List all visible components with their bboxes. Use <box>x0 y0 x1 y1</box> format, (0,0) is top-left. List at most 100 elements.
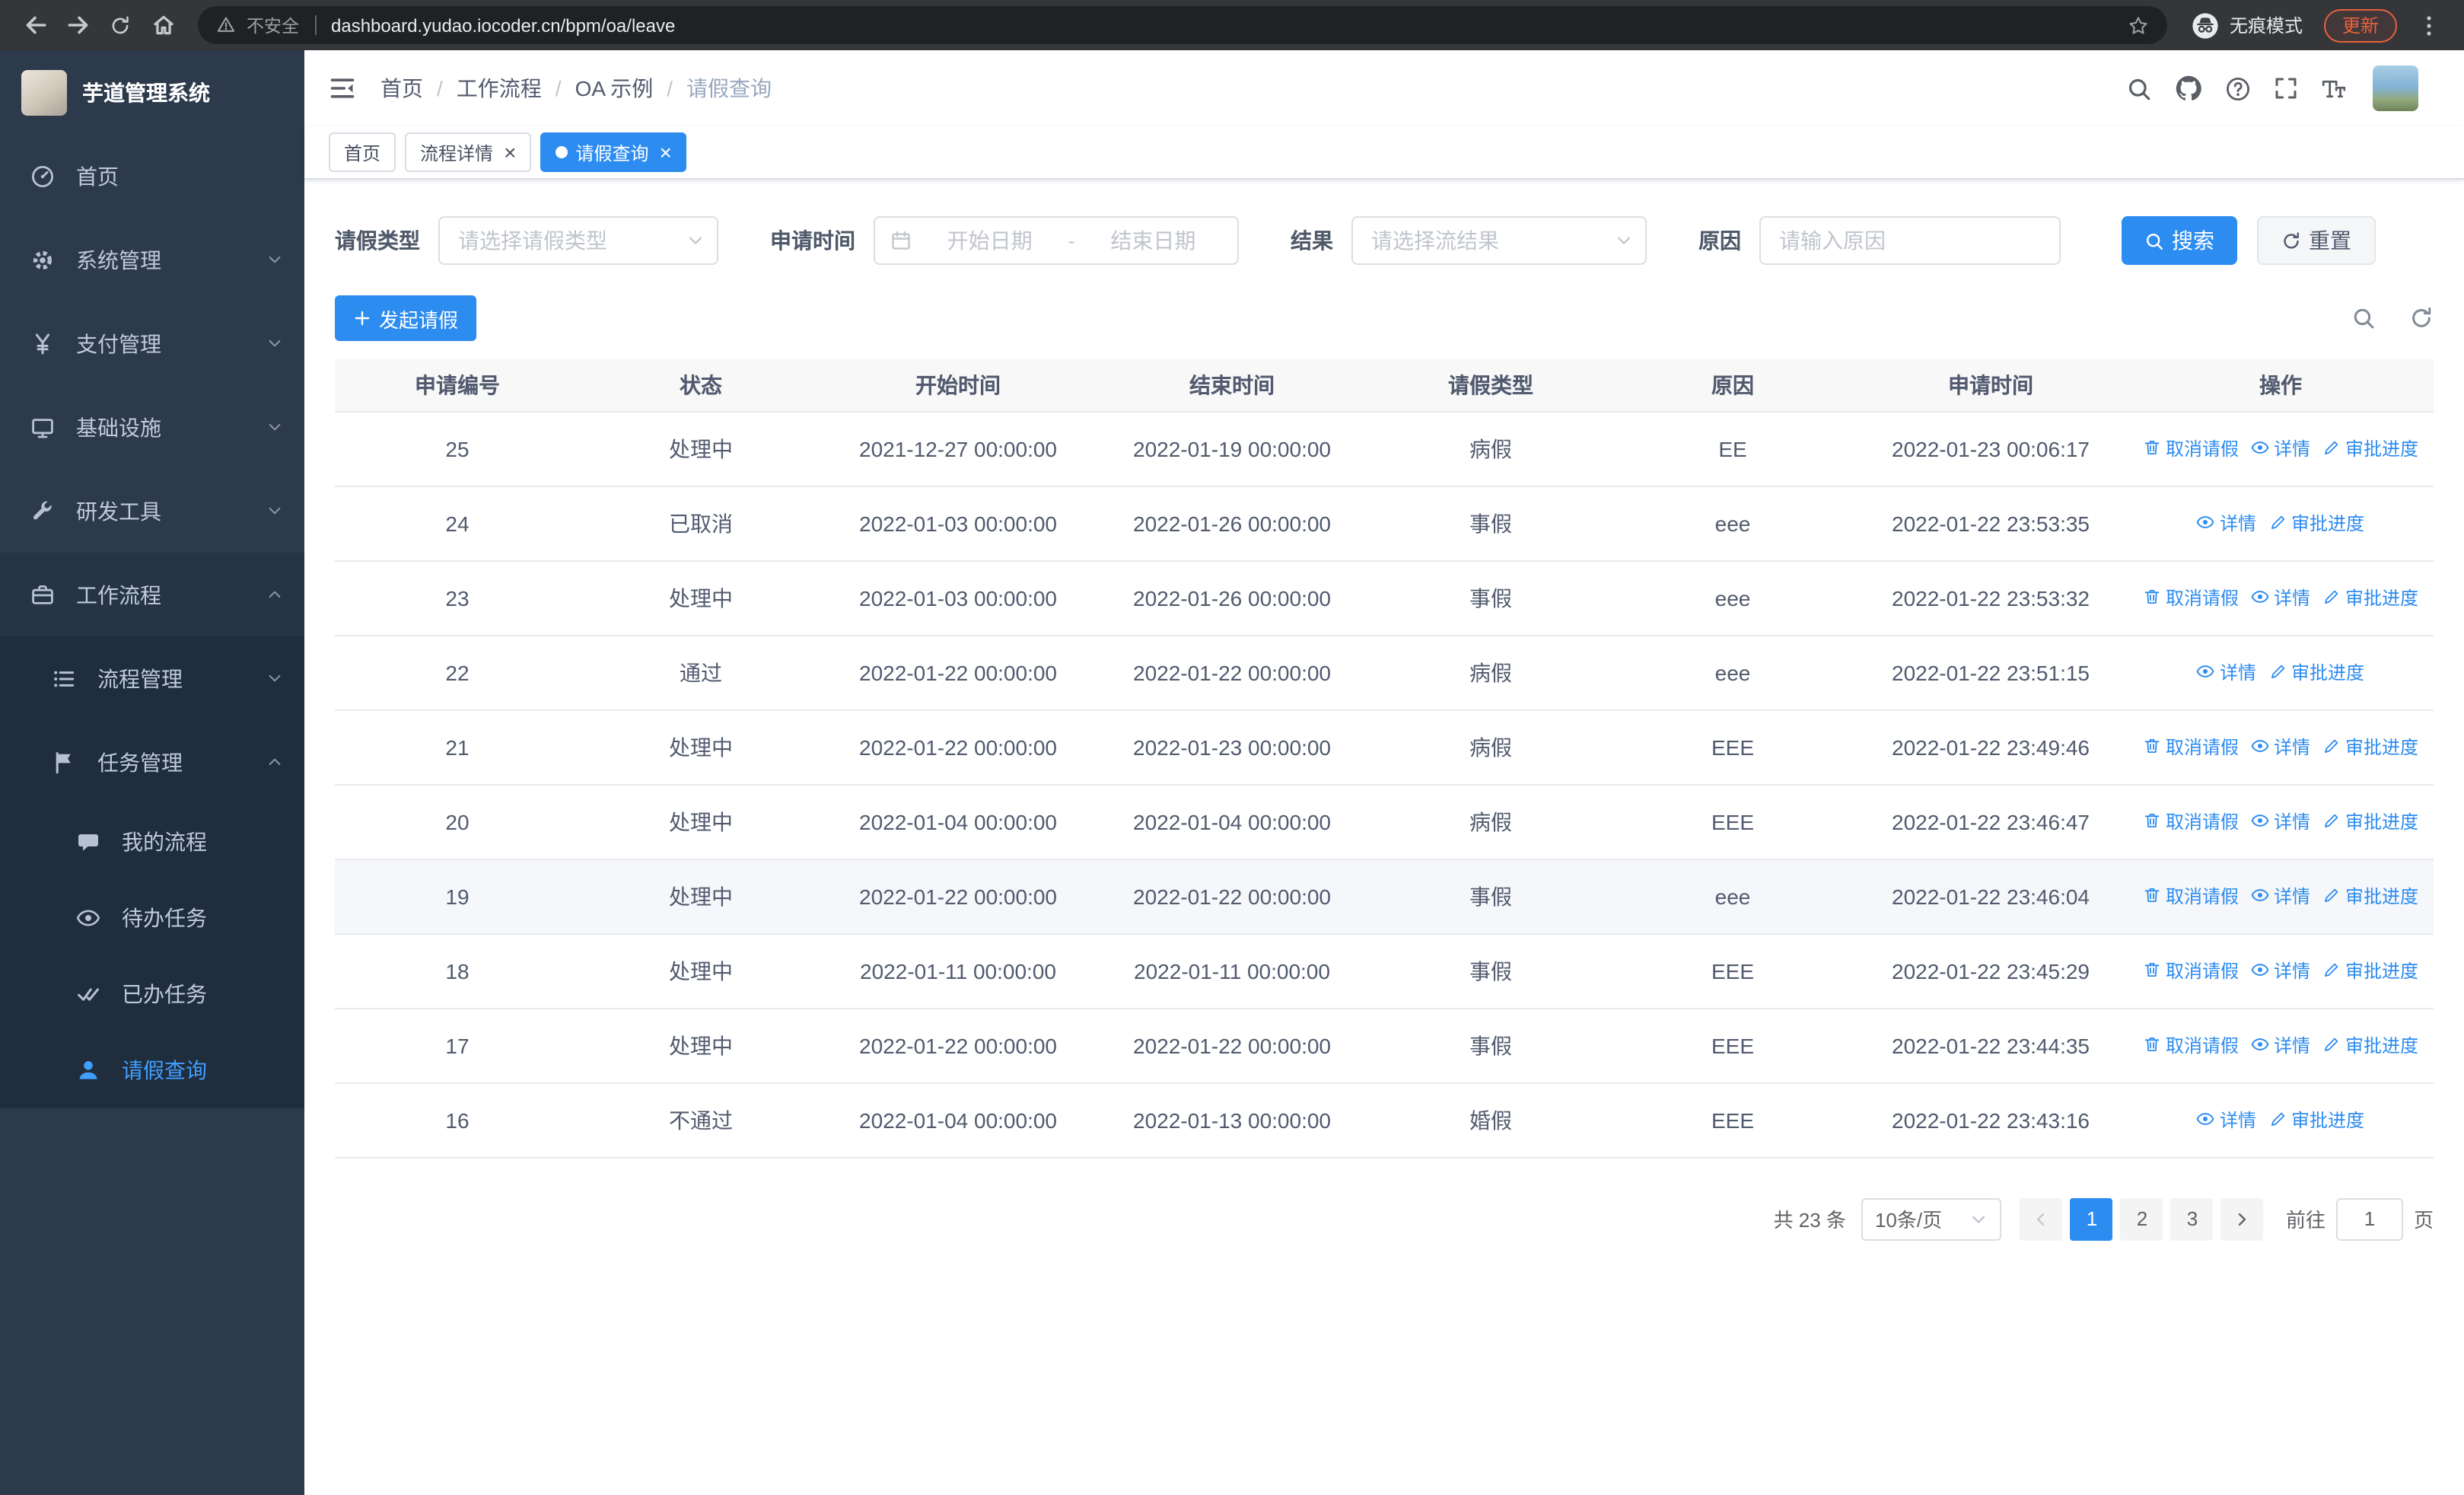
sidebar-item-todo-tasks[interactable]: 待办任务 <box>0 880 304 956</box>
user-avatar[interactable] <box>2373 65 2440 111</box>
table-row[interactable]: 25 处理中 2021-12-27 00:00:00 2022-01-19 00… <box>335 411 2434 486</box>
browser-refresh-button[interactable] <box>100 5 140 45</box>
action-cancel[interactable]: 取消请假 <box>2143 808 2239 834</box>
breadcrumb-item[interactable]: 首页 <box>380 73 423 104</box>
action-cancel[interactable]: 取消请假 <box>2143 435 2239 461</box>
action-progress[interactable]: 审批进度 <box>2322 585 2418 610</box>
action-label: 详情 <box>2219 512 2256 534</box>
action-progress[interactable]: 审批进度 <box>2322 883 2418 909</box>
page-button-1[interactable]: 1 <box>2070 1197 2113 1240</box>
browser-update-button[interactable]: 更新 <box>2323 8 2397 42</box>
browser-back-button[interactable] <box>15 5 55 45</box>
goto-page-input[interactable] <box>2335 1197 2403 1240</box>
action-detail[interactable]: 详情 <box>2251 883 2310 909</box>
bookmark-star-icon[interactable] <box>2128 14 2149 36</box>
close-icon[interactable]: × <box>504 142 516 163</box>
action-progress[interactable]: 审批进度 <box>2322 734 2418 760</box>
reason-input[interactable] <box>1759 216 2061 265</box>
app-logo[interactable]: 芋道管理系统 <box>0 50 304 134</box>
github-link[interactable] <box>2175 75 2202 102</box>
page-button-3[interactable]: 3 <box>2170 1197 2214 1240</box>
table-row[interactable]: 19 处理中 2022-01-22 00:00:00 2022-01-22 00… <box>335 859 2434 934</box>
table-row[interactable]: 21 处理中 2022-01-22 00:00:00 2022-01-23 00… <box>335 709 2434 785</box>
action-detail[interactable]: 详情 <box>2251 1032 2310 1058</box>
sidebar-item-leave-query[interactable]: 请假查询 <box>0 1032 304 1108</box>
sidebar-item-task-management[interactable]: 任务管理 <box>0 720 304 804</box>
next-page-button[interactable] <box>2220 1197 2264 1240</box>
sidebar-item-infrastructure[interactable]: 基础设施 <box>0 385 304 469</box>
action-cancel[interactable]: 取消请假 <box>2143 883 2239 909</box>
action-detail[interactable]: 详情 <box>2251 435 2310 461</box>
action-detail[interactable]: 详情 <box>2251 585 2310 610</box>
sidebar-item-payment[interactable]: 支付管理 <box>0 301 304 385</box>
table-search-toggle-button[interactable] <box>2351 306 2376 330</box>
sidebar-toggle-button[interactable] <box>329 75 356 102</box>
reset-button[interactable]: 重置 <box>2257 216 2376 265</box>
table-refresh-button[interactable] <box>2409 306 2434 330</box>
create-leave-button[interactable]: 发起请假 <box>335 295 477 341</box>
apply-time-range-picker[interactable]: 开始日期 - 结束日期 <box>874 216 1239 265</box>
page-button-2[interactable]: 2 <box>2120 1197 2163 1240</box>
date-start-placeholder[interactable]: 开始日期 <box>921 225 1059 256</box>
url-text[interactable]: dashboard.yudao.iocoder.cn/bpm/oa/leave <box>331 14 2117 36</box>
action-detail[interactable]: 详情 <box>2251 808 2310 834</box>
action-cancel[interactable]: 取消请假 <box>2143 585 2239 610</box>
tab-leave-query[interactable]: 请假查询 × <box>540 132 687 172</box>
tab-process-detail[interactable]: 流程详情 × <box>405 132 532 172</box>
browser-home-button[interactable] <box>143 5 183 45</box>
breadcrumb-item[interactable]: OA 示例 <box>575 73 654 104</box>
sidebar-item-workflow[interactable]: 工作流程 <box>0 553 304 636</box>
action-progress[interactable]: 审批进度 <box>2322 808 2418 834</box>
action-detail[interactable]: 详情 <box>2251 734 2310 760</box>
action-progress[interactable]: 审批进度 <box>2268 659 2364 685</box>
prev-page-button[interactable] <box>2020 1197 2063 1240</box>
fullscreen-button[interactable] <box>2274 76 2298 100</box>
delete-icon <box>2143 961 2161 980</box>
action-progress[interactable]: 审批进度 <box>2268 1107 2364 1133</box>
close-icon[interactable]: × <box>659 142 671 163</box>
security-label[interactable]: 不安全 <box>247 13 299 37</box>
address-bar[interactable]: 不安全 dashboard.yudao.iocoder.cn/bpm/oa/le… <box>198 6 2167 44</box>
browser-menu-button[interactable] <box>2409 5 2449 45</box>
action-progress[interactable]: 审批进度 <box>2322 1032 2418 1058</box>
action-cancel[interactable]: 取消请假 <box>2143 734 2239 760</box>
header-search-button[interactable] <box>2126 75 2152 101</box>
leave-type-select[interactable]: 请选择请假类型 <box>438 216 718 265</box>
table-row[interactable]: 17 处理中 2022-01-22 00:00:00 2022-01-22 00… <box>335 1008 2434 1083</box>
sidebar-item-system[interactable]: 系统管理 <box>0 218 304 301</box>
table-row[interactable]: 16 不通过 2022-01-04 00:00:00 2022-01-13 00… <box>335 1082 2434 1158</box>
result-select[interactable]: 请选择流结果 <box>1351 216 1647 265</box>
breadcrumb-item[interactable]: 工作流程 <box>457 73 542 104</box>
search-button[interactable]: 搜索 <box>2122 216 2237 265</box>
cell-apply-time: 2022-01-22 23:43:16 <box>1854 1082 2128 1158</box>
action-progress[interactable]: 审批进度 <box>2322 958 2418 983</box>
sidebar-item-process-management[interactable]: 流程管理 <box>0 636 304 720</box>
breadcrumb-separator: / <box>555 76 562 100</box>
action-cancel[interactable]: 取消请假 <box>2143 958 2239 983</box>
actions-cell: 取消请假 详情 审批进度 <box>2128 859 2434 934</box>
font-size-button[interactable] <box>2321 75 2347 101</box>
action-progress[interactable]: 审批进度 <box>2268 510 2364 536</box>
sidebar-item-dev-tools[interactable]: 研发工具 <box>0 469 304 553</box>
date-end-placeholder[interactable]: 结束日期 <box>1084 225 1222 256</box>
action-cancel[interactable]: 取消请假 <box>2143 1032 2239 1058</box>
table-row[interactable]: 20 处理中 2022-01-04 00:00:00 2022-01-04 00… <box>335 784 2434 859</box>
table-row[interactable]: 24 已取消 2022-01-03 00:00:00 2022-01-26 00… <box>335 486 2434 561</box>
page-size-select[interactable]: 10条/页 <box>1861 1197 2001 1240</box>
sidebar-item-done-tasks[interactable]: 已办任务 <box>0 956 304 1032</box>
action-detail[interactable]: 详情 <box>2251 958 2310 983</box>
sidebar-item-home[interactable]: 首页 <box>0 134 304 218</box>
action-detail[interactable]: 详情 <box>2197 1107 2256 1133</box>
help-button[interactable] <box>2225 75 2251 101</box>
tab-home[interactable]: 首页 <box>329 132 396 172</box>
action-progress[interactable]: 审批进度 <box>2322 435 2418 461</box>
cell-status: 通过 <box>580 635 822 710</box>
sidebar-item-my-process[interactable]: 我的流程 <box>0 804 304 880</box>
table-row[interactable]: 23 处理中 2022-01-03 00:00:00 2022-01-26 00… <box>335 560 2434 636</box>
table-row[interactable]: 22 通过 2022-01-22 00:00:00 2022-01-22 00:… <box>335 635 2434 710</box>
action-detail[interactable]: 详情 <box>2197 659 2256 685</box>
action-detail[interactable]: 详情 <box>2197 510 2256 536</box>
table-row[interactable]: 18 处理中 2022-01-11 00:00:00 2022-01-11 00… <box>335 933 2434 1009</box>
leave-type-label: 请假类型 <box>335 228 420 253</box>
browser-forward-button[interactable] <box>58 5 97 45</box>
